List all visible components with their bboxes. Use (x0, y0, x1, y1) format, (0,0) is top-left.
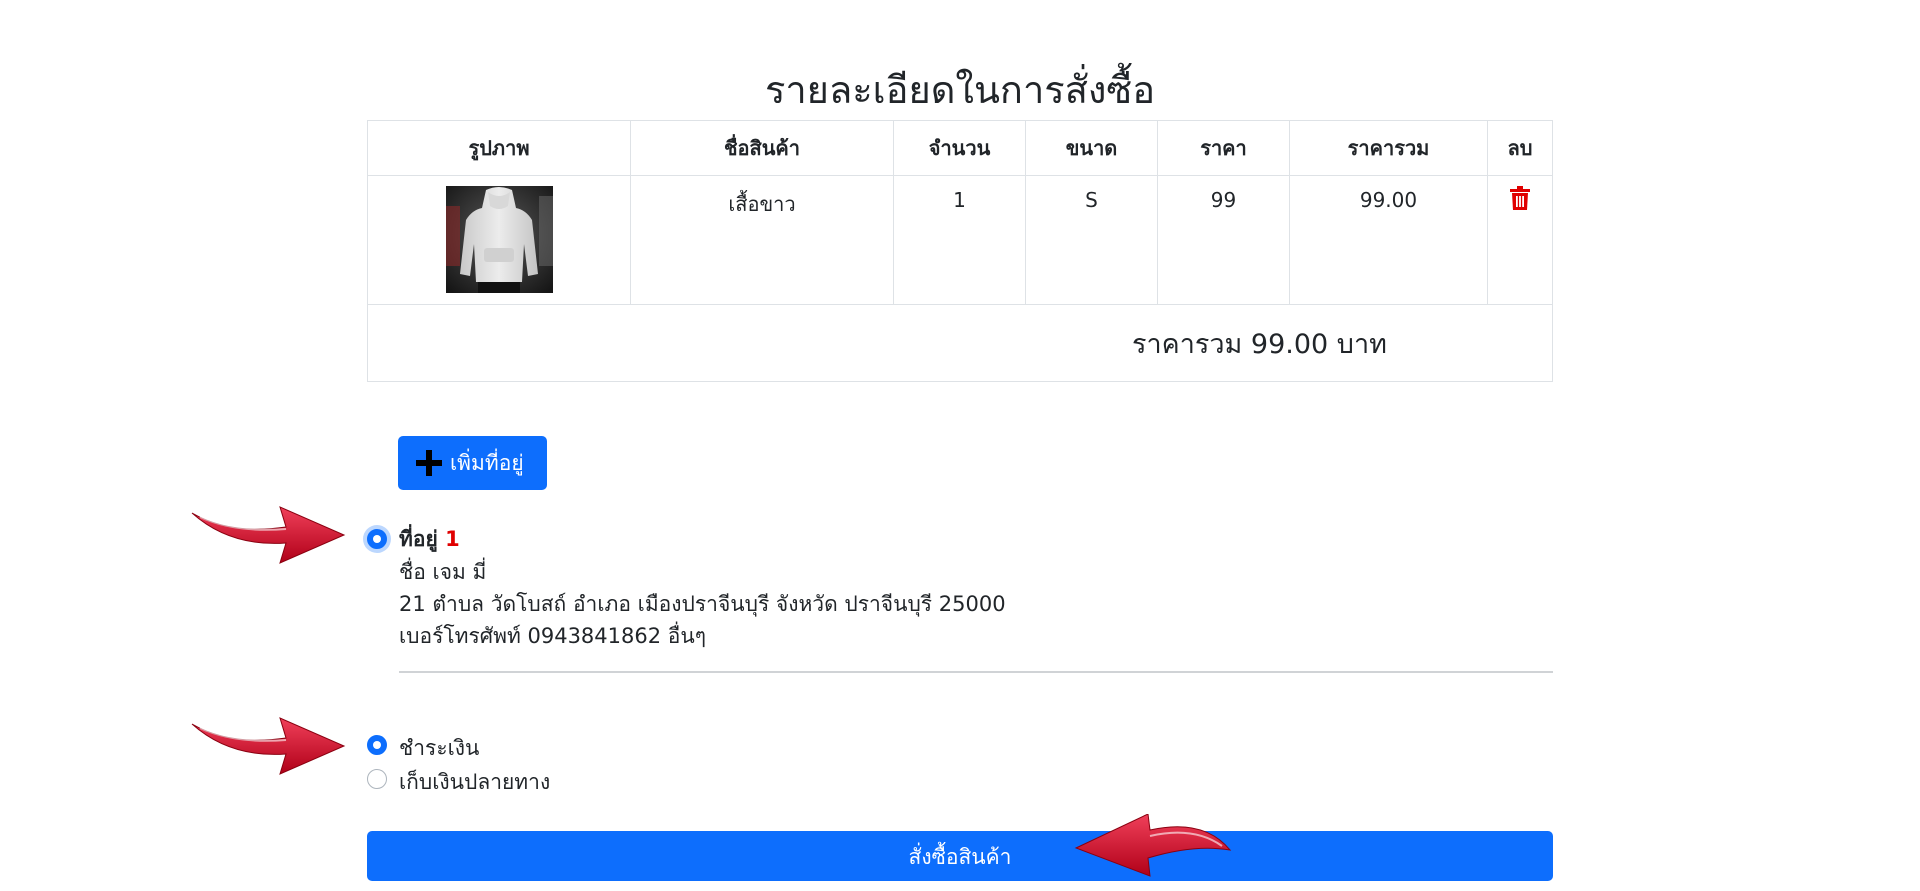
address-number: 1 (445, 527, 460, 551)
arrow-icon (191, 506, 346, 564)
cell-price: 99 (1157, 175, 1290, 305)
payment-radio-pay[interactable] (367, 735, 387, 755)
table-row: เสื้อขาว 1 S 99 99.00 (367, 175, 1553, 305)
address-title-label: ที่อยู่ (399, 527, 438, 551)
payment-radio-cod[interactable] (367, 769, 387, 789)
address-radio[interactable] (367, 529, 387, 549)
cell-delete (1487, 175, 1553, 305)
column-header-line-total: ราคารวม (1289, 120, 1488, 176)
order-total: ราคารวม 99.00 บาท (1132, 328, 1387, 360)
column-header-size: ขนาด (1025, 120, 1158, 176)
address-detail: 21 ตำบล วัดโบสถ์ อำเภอ เมืองปราจีนบุรี จ… (399, 592, 1006, 616)
column-header-delete: ลบ (1487, 120, 1553, 176)
column-header-quantity: จำนวน (893, 120, 1026, 176)
total-row: ราคารวม 99.00 บาท (367, 304, 1553, 382)
cell-quantity: 1 (893, 175, 1026, 305)
cell-size: S (1025, 175, 1158, 305)
column-header-image: รูปภาพ (367, 120, 631, 176)
place-order-button[interactable]: สั่งซื้อสินค้า (367, 831, 1553, 881)
payment-option-pay[interactable]: ชำระเงิน (399, 732, 479, 765)
product-photo (445, 186, 553, 293)
arrow-icon (1074, 814, 1232, 877)
trash-icon[interactable] (1509, 186, 1531, 210)
add-address-button[interactable]: เพิ่มที่อยู่ (398, 436, 547, 490)
arrow-icon (191, 717, 346, 775)
table-header-row: รูปภาพ ชื่อสินค้า จำนวน ขนาด ราคา ราคารว… (367, 120, 1553, 176)
plus-icon (416, 450, 442, 476)
add-address-label: เพิ่มที่อยู่ (450, 450, 524, 475)
address-name: ชื่อ เจม มี่ (399, 560, 487, 584)
page-title: รายละเอียดในการสั่งซื้อ (764, 68, 1156, 113)
total-cell: ราคารวม 99.00 บาท (367, 304, 1553, 382)
cell-product-name: เสื้อขาว (630, 175, 894, 305)
cell-image (367, 175, 631, 305)
address-phone: เบอร์โทรศัพท์ 0943841862 อื่นๆ (399, 624, 707, 648)
payment-option-cod[interactable]: เก็บเงินปลายทาง (399, 766, 550, 799)
address-title: ที่อยู่ 1 (399, 523, 460, 556)
column-header-price: ราคา (1157, 120, 1290, 176)
cart-table: รูปภาพ ชื่อสินค้า จำนวน ขนาด ราคา ราคารว… (367, 120, 1553, 382)
divider (399, 671, 1553, 673)
column-header-name: ชื่อสินค้า (630, 120, 894, 176)
cell-line-total: 99.00 (1289, 175, 1488, 305)
